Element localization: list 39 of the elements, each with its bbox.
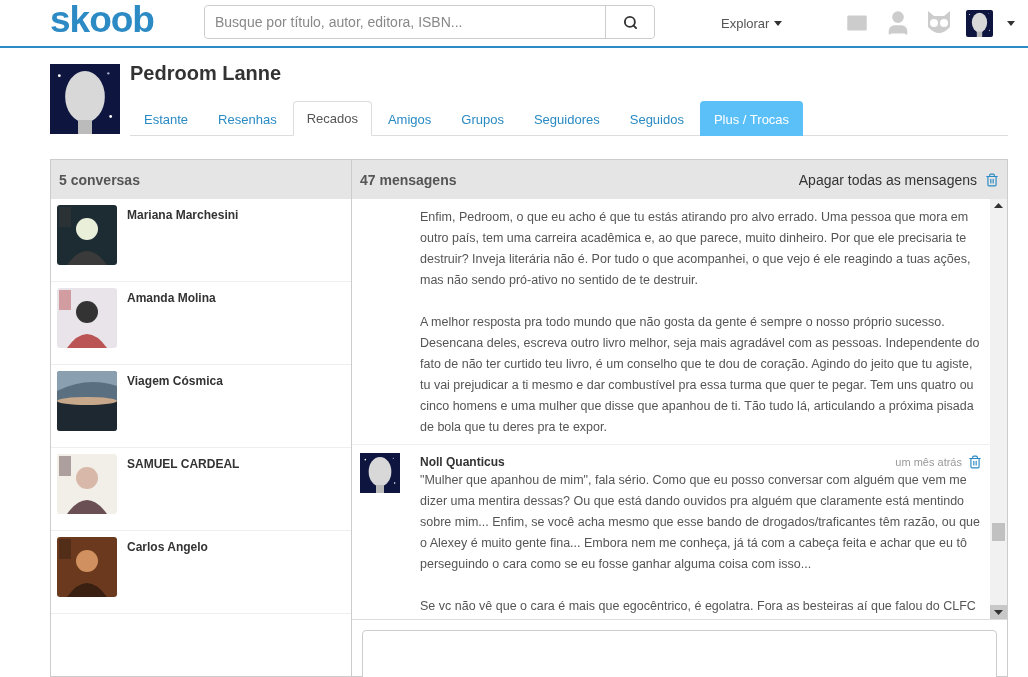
logo[interactable]: skoob <box>50 0 204 41</box>
profile-tab[interactable]: Estante <box>130 101 203 136</box>
explore-menu[interactable]: Explorar <box>715 14 789 32</box>
conversation-item[interactable]: SAMUEL CARDEAL <box>51 448 351 531</box>
message-text: "Mulher que apanhou de mim", fala sério. Como que eu posso conversar com alguém que vem me dizer uma mentira dessas? Ou que está dando ouvidos pra alguém que claramente está mentindo sobre mim... Enfim, se você acha mesmo que esse bando de drogados/traficantes têm razão, ou que o Alexey é muito gente fina... Embora nem me conheça, já tá com a cabeça feita e achar que eu tô perseguindo o cara como se eu fosse ganhar alguma coisa com isso... <box>420 472 982 573</box>
message-time: um mês atrás <box>895 455 962 468</box>
scroll-down-icon[interactable] <box>990 605 1007 619</box>
message-text: Se vc não vê que o cara é mais que egocêntrico, é egolatra. Fora as besteiras aí que falou do CLFC <box>420 598 977 615</box>
conversation-name: Amanda Molina <box>127 291 216 305</box>
profile-tab[interactable]: Seguidos <box>615 101 698 136</box>
message-count: 47 mensagens <box>360 171 457 188</box>
conversation-item[interactable]: Amanda Molina <box>51 282 351 365</box>
scrollbar[interactable] <box>990 199 1007 619</box>
profile-tab[interactable]: Recados <box>292 101 372 136</box>
trash-icon[interactable] <box>968 454 982 469</box>
caret-icon <box>774 20 783 26</box>
search-field[interactable]: Busque por título, autor, editora, ISBN... <box>204 5 655 39</box>
caret-icon[interactable] <box>1007 20 1016 26</box>
profile-name: Pedroom Lanne <box>130 66 283 86</box>
profile-tab[interactable]: Grupos <box>447 101 518 136</box>
conversation-item[interactable]: Viagem Cósmica <box>51 365 351 448</box>
conversation-name: Carlos Angelo <box>127 540 208 554</box>
conversation-item[interactable]: Mariana Marchesini <box>51 199 351 282</box>
conversation-item[interactable]: Carlos Angelo <box>51 531 351 614</box>
message-text: Enfim, Pedroom, o que eu acho é que tu estás atirando pro alvo errado. Uma pessoa que mora em outro país, tem uma carreira acadêmica e, ao que parece, muito dinheiro. Por que ele precisaria te destruir? Inveja literária não é. Por tudo o que acompanhei, o que vejo é ele reagindo a tuas ações, mas não sendo pró-ativo no sentido de te destruir. <box>420 209 972 289</box>
search-icon <box>622 14 638 30</box>
conversation-name: Viagem Cósmica <box>127 374 223 388</box>
profile-tab[interactable]: Amigos <box>373 101 446 136</box>
profile-tab[interactable]: Seguidores <box>519 101 614 136</box>
conversation-count: 5 conversas <box>59 171 140 188</box>
delete-all-button[interactable]: Apagar todas as mensagens <box>798 171 999 188</box>
message-input[interactable] <box>362 630 997 677</box>
trash-icon <box>985 172 999 187</box>
conversation-name: SAMUEL CARDEAL <box>127 457 240 471</box>
scroll-thumb[interactable] <box>992 523 1005 541</box>
message-author[interactable]: Noll Quanticus <box>420 454 505 469</box>
message-text: A melhor resposta pra todo mundo que não gosta da gente é sempre o nosso próprio sucesso. Desencana deles, escreva outro livro melhor, seja mais agradável com as pessoas. Independente do fato de não ter curtido teu livro, é um conselho que te dou de coração. Agindo do jeito que tu agiste, tu vai prejudicar a ti mesmo e dar combustível pra essa turma que quer te pegar. Tem uns quatro ou cinco homens e uma mulher que disse que apanhou de ti. Tão tudo lá, articulando a próxima pisada de bola que tu deres pra te expor. <box>420 314 981 436</box>
profile-tab[interactable]: Resenhas <box>204 101 291 136</box>
conversation-name: Mariana Marchesini <box>127 208 239 222</box>
